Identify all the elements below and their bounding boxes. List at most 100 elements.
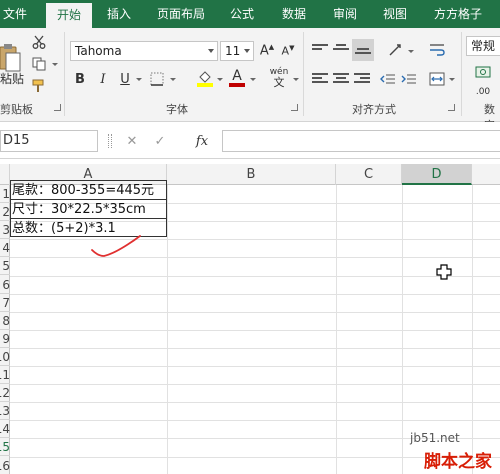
- tab-review[interactable]: 审阅: [326, 0, 364, 28]
- format-painter-button[interactable]: [30, 78, 48, 94]
- tab-home[interactable]: 开始: [46, 3, 92, 28]
- font-color-icon: A: [232, 68, 242, 84]
- tab-page-layout[interactable]: 页面布局: [150, 0, 212, 28]
- font-size-dropdown-icon[interactable]: [244, 49, 250, 53]
- tab-file[interactable]: 文件: [0, 0, 30, 28]
- row-header-13[interactable]: 13: [0, 402, 10, 421]
- row-header-bar: 12345678910111213141516: [0, 185, 10, 474]
- decrease-font-button[interactable]: A▼: [280, 41, 296, 61]
- enter-formula-button[interactable]: ✓: [150, 132, 170, 150]
- select-all-corner[interactable]: [0, 164, 10, 185]
- row-header-8[interactable]: 8: [0, 312, 10, 330]
- row-header-1[interactable]: 1: [0, 185, 10, 204]
- increase-indent-button[interactable]: [399, 70, 419, 88]
- alignment-launcher-icon[interactable]: [448, 104, 455, 111]
- formula-bar-grip[interactable]: [108, 134, 112, 148]
- name-box[interactable]: D15: [0, 130, 98, 152]
- phonetic-button[interactable]: wén 文: [268, 68, 290, 89]
- tab-view[interactable]: 视图: [376, 0, 414, 28]
- row-header-7[interactable]: 7: [0, 294, 10, 312]
- accounting-format-button[interactable]: [468, 64, 498, 80]
- row-header-10[interactable]: 10: [0, 348, 10, 366]
- accounting-icon: [475, 66, 491, 78]
- increase-indent-icon: [401, 74, 416, 84]
- watermark-site: jb51.net: [410, 431, 460, 445]
- column-header-b[interactable]: B: [167, 164, 336, 185]
- column-header-e[interactable]: [472, 164, 500, 185]
- fill-color-button[interactable]: [196, 68, 214, 88]
- cell-border-line: [10, 199, 167, 200]
- column-header-d[interactable]: D: [402, 164, 472, 185]
- row-header-9[interactable]: 9: [0, 330, 10, 348]
- alignment-group-label: 对齐方式: [352, 103, 396, 116]
- font-color-button[interactable]: A: [228, 68, 246, 88]
- borders-icon: [150, 72, 164, 86]
- wrap-text-button[interactable]: [427, 41, 447, 59]
- align-left-icon: [312, 73, 328, 85]
- align-center-button[interactable]: [331, 70, 351, 88]
- font-color-dropdown-icon[interactable]: [250, 78, 256, 81]
- row-header-12[interactable]: 12: [0, 384, 10, 403]
- top-align-button[interactable]: [310, 41, 330, 59]
- tab-data[interactable]: 数据: [274, 0, 314, 28]
- checkmark-annotation-icon: [91, 235, 141, 257]
- decrease-indent-icon: [380, 74, 395, 84]
- row-header-16[interactable]: 16: [0, 457, 10, 474]
- row-gridline: [10, 257, 500, 259]
- tab-insert[interactable]: 插入: [100, 0, 138, 28]
- decimal-button[interactable]: .00: [468, 84, 498, 100]
- underline-dropdown-icon[interactable]: [136, 78, 142, 81]
- column-gridline: [336, 185, 337, 474]
- row-header-3[interactable]: 3: [0, 221, 10, 240]
- fill-color-dropdown-icon[interactable]: [217, 78, 223, 81]
- align-right-button[interactable]: [352, 70, 372, 88]
- tab-fangfanggezi[interactable]: 方方格子: [426, 0, 490, 28]
- font-name-field[interactable]: Tahoma: [70, 41, 218, 61]
- row-header-6[interactable]: 6: [0, 276, 10, 294]
- increase-font-icon: A▲: [259, 43, 275, 59]
- increase-font-button[interactable]: A▲: [259, 41, 275, 61]
- underline-button[interactable]: U: [117, 70, 133, 88]
- clipboard-icon: [0, 44, 21, 72]
- font-name-dropdown-icon[interactable]: [208, 49, 214, 53]
- copy-dropdown-icon[interactable]: [52, 63, 58, 66]
- row-header-2[interactable]: 2: [0, 203, 10, 222]
- tab-formulas[interactable]: 公式: [222, 0, 262, 28]
- row-header-11[interactable]: 11: [0, 366, 10, 385]
- borders-dropdown-icon[interactable]: [170, 78, 176, 81]
- insert-function-button[interactable]: fx: [190, 132, 214, 150]
- orientation-dropdown-icon[interactable]: [408, 50, 414, 53]
- row-header-14[interactable]: 14: [0, 420, 10, 439]
- row-header-4[interactable]: 4: [0, 239, 10, 258]
- font-launcher-icon[interactable]: [291, 104, 298, 111]
- paint-bucket-icon: [197, 71, 213, 87]
- orientation-button[interactable]: [385, 41, 407, 59]
- cut-button[interactable]: [30, 34, 48, 50]
- italic-button[interactable]: I: [95, 70, 111, 88]
- middle-align-button[interactable]: [331, 41, 351, 59]
- bottom-align-button[interactable]: [352, 39, 374, 61]
- cancel-formula-button[interactable]: ✕: [122, 132, 142, 150]
- formula-bar: D15 ✕ ✓ fx: [0, 122, 500, 159]
- cell-a1[interactable]: 尾款：800-355=445元: [12, 182, 167, 200]
- cell-a2[interactable]: 尺寸：30*22.5*35cm: [12, 201, 167, 219]
- borders-button[interactable]: [148, 70, 166, 88]
- align-left-button[interactable]: [310, 70, 330, 88]
- wrap-text-icon: [430, 44, 445, 56]
- row-header-5[interactable]: 5: [0, 257, 10, 276]
- merge-center-button[interactable]: [427, 70, 447, 88]
- formula-input[interactable]: [222, 130, 500, 152]
- column-header-c[interactable]: C: [336, 164, 402, 185]
- top-align-icon: [312, 44, 328, 56]
- bottom-align-icon: [355, 48, 371, 60]
- merge-dropdown-icon[interactable]: [449, 78, 455, 81]
- phonetic-dropdown-icon[interactable]: [293, 78, 299, 81]
- decrease-indent-button[interactable]: [378, 70, 398, 88]
- copy-button[interactable]: [30, 56, 48, 72]
- row-header-15[interactable]: 15: [0, 438, 10, 457]
- merge-cells-icon: [429, 72, 445, 86]
- bold-button[interactable]: B: [72, 70, 88, 88]
- number-format-field[interactable]: 常规: [466, 36, 500, 56]
- clipboard-launcher-icon[interactable]: [54, 104, 61, 111]
- group-separator: [64, 32, 65, 116]
